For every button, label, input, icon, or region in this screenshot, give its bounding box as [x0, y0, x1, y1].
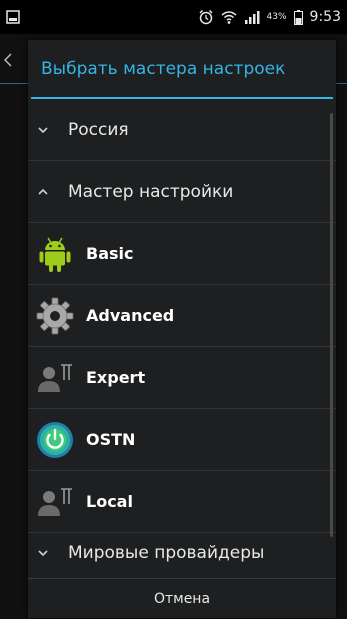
back-arrow-icon	[3, 52, 12, 67]
power-globe-icon	[35, 420, 75, 460]
group-label: Мировые провайдеры	[68, 543, 265, 563]
screenshot-notification-icon	[6, 10, 20, 24]
wizard-item-label: Expert	[86, 368, 146, 387]
wizard-item-label: Advanced	[86, 306, 175, 325]
clock: 9:53	[309, 9, 341, 25]
wizard-item-local[interactable]: Local	[28, 471, 336, 533]
chevron-down-icon	[36, 123, 50, 137]
group-setup-wizard[interactable]: Мастер настройки	[28, 161, 336, 223]
wizard-list[interactable]: Россия Мастер настройки Basic Advanced E…	[28, 99, 336, 579]
wizard-item-basic[interactable]: Basic	[28, 223, 336, 285]
wizard-item-ostn[interactable]: OSTN	[28, 409, 336, 471]
wizard-select-dialog: Выбрать мастера настроек Россия Мастер н…	[28, 40, 336, 618]
dialog-title: Выбрать мастера настроек	[41, 58, 286, 79]
wizard-item-label: OSTN	[86, 430, 136, 449]
cancel-button[interactable]: Отмена	[28, 578, 336, 618]
signal-icon	[244, 10, 260, 24]
group-russia[interactable]: Россия	[28, 99, 336, 161]
group-label: Мастер настройки	[68, 181, 234, 202]
list-scrollbar[interactable]	[330, 113, 333, 537]
group-label: Россия	[68, 119, 129, 140]
wizard-item-label: Basic	[86, 244, 134, 263]
user-tools-icon	[35, 358, 75, 398]
wizard-item-label: Local	[86, 492, 133, 511]
wizard-item-expert[interactable]: Expert	[28, 347, 336, 409]
battery-percent: 43%	[266, 12, 287, 22]
alarm-icon	[198, 9, 214, 25]
battery-icon	[293, 9, 303, 25]
wizard-item-advanced[interactable]: Advanced	[28, 285, 336, 347]
wifi-icon	[221, 9, 237, 25]
chevron-down-icon	[36, 546, 50, 560]
group-world-providers[interactable]: Мировые провайдеры	[28, 533, 336, 573]
status-bar: 43% 9:53	[0, 0, 347, 34]
user-tools-icon	[35, 482, 75, 522]
chevron-up-icon	[36, 185, 50, 199]
gear-icon	[35, 296, 75, 336]
android-icon	[35, 234, 75, 274]
